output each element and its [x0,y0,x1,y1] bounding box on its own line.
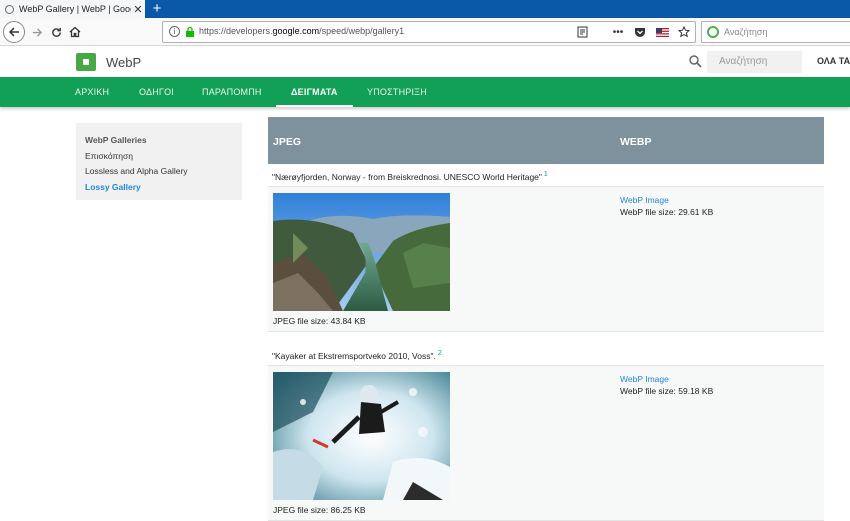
image-caption: "Nærøyfjorden, Norway - from Breiskredno… [272,171,542,182]
tab-support[interactable]: ΥΠΟΣΤΗΡΙΞΗ [367,77,427,107]
footnote-link[interactable]: 1 [544,171,548,178]
reload-icon [51,27,61,37]
sidebar-item-overview[interactable]: Επισκόπηση [85,149,233,165]
flag-icon[interactable] [655,25,669,39]
separator [597,25,603,39]
table-row-caption: "Kayaker at Ekstremsportveko 2010, Voss"… [268,343,824,366]
jpeg-file-size: JPEG file size: 86.25 KB [273,505,366,515]
sidebar-item-lossy[interactable]: Lossy Gallery [85,180,233,196]
tab-home[interactable]: ΑΡΧΙΚΗ [75,77,109,107]
tab-strip: WebP Gallery | WebP | Google ✕ + [0,0,850,18]
footnote-link[interactable]: 2 [438,350,442,357]
row-spacer [268,332,824,343]
globe-icon [5,4,14,14]
browser-search-placeholder: Αναζήτηση [724,27,768,37]
gallery-table: JPEG WEBP "Nærøyfjorden, Norway - from B… [268,117,824,521]
site-search-input[interactable]: Αναζήτηση [707,51,802,73]
table-row-caption: "Nærøyfjorden, Norway - from Breiskredno… [268,164,824,187]
sidebar-item-lossless[interactable]: Lossless and Alpha Gallery [85,164,233,180]
jpeg-file-size: JPEG file size: 43.84 KB [273,316,366,326]
tab-title: WebP Gallery | WebP | Google [19,4,131,14]
forward-icon [32,27,42,37]
forward-button[interactable] [27,22,47,42]
lock-icon[interactable] [185,26,195,38]
sidebar-heading[interactable]: WebP Galleries [85,133,233,149]
image-caption: "Kayaker at Ekstremsportveko 2010, Voss"… [272,350,436,361]
tab-reference[interactable]: ΠΑΡΑΠΟΜΠΗ [202,77,262,107]
url-domain: google.com [272,26,320,36]
search-engine-icon[interactable] [707,26,719,38]
site-search-placeholder: Αναζήτηση [719,56,768,67]
reload-button[interactable] [46,22,66,42]
all-products-link[interactable]: ΟΛΑ ΤΑ [817,56,850,66]
back-button[interactable] [3,21,25,43]
table-row: JPEG file size: 43.84 KB WebP Image WebP… [268,187,824,332]
main-nav: ΑΡΧΙΚΗ ΟΔΗΓΟΙ ΠΑΡΑΠΟΜΠΗ ΔΕΙΓΜΑΤΑ ΥΠΟΣΤΗΡ… [0,77,850,107]
url-prefix: https://developers. [199,26,273,36]
nav-toolbar: i https://developers.google.com/speed/we… [0,18,850,46]
back-icon [8,27,19,37]
close-tab-icon[interactable]: ✕ [131,3,145,16]
tab-samples[interactable]: ΔΕΙΓΜΑΤΑ [276,77,353,107]
fjord-photo[interactable] [273,193,450,311]
pocket-icon[interactable] [633,25,647,39]
kayaker-photo[interactable] [273,372,450,500]
search-icon[interactable] [689,55,702,68]
webp-file-size: WebP file size: 59.18 KB [620,386,714,396]
tab-guides[interactable]: ΟΔΗΓΟΙ [139,77,174,107]
home-button[interactable] [65,22,85,42]
browser-tab[interactable]: WebP Gallery | WebP | Google ✕ [0,0,145,18]
home-icon [69,26,81,38]
url-path: /speed/webp/gallery1 [319,26,405,36]
webp-logo[interactable] [76,53,96,71]
site-title[interactable]: WebP [106,55,141,70]
info-icon[interactable]: i [169,26,180,37]
more-icon[interactable]: ••• [611,25,625,39]
bookmark-star-icon[interactable] [677,25,691,39]
url-text[interactable]: https://developers.google.com/speed/webp… [199,26,404,36]
webp-file-size: WebP file size: 29.61 KB [620,207,714,217]
site-header: WebP Αναζήτηση ΟΛΑ ΤΑ [0,47,850,77]
browser-search-bar[interactable]: Αναζήτηση [701,21,850,43]
webp-image-link[interactable]: WebP Image [620,195,669,205]
column-header-jpeg: JPEG [273,136,302,148]
sidebar: WebP Galleries Επισκόπηση Lossless and A… [76,123,242,200]
new-tab-button[interactable]: + [149,0,165,18]
webp-image-link[interactable]: WebP Image [620,374,669,384]
column-header-webp: WEBP [620,136,652,148]
table-header: JPEG WEBP [268,117,824,164]
reader-icon[interactable] [575,25,589,39]
url-actions: ••• [575,25,691,39]
table-row: JPEG file size: 86.25 KB WebP Image WebP… [268,366,824,521]
url-bar[interactable]: i https://developers.google.com/speed/we… [162,21,696,43]
